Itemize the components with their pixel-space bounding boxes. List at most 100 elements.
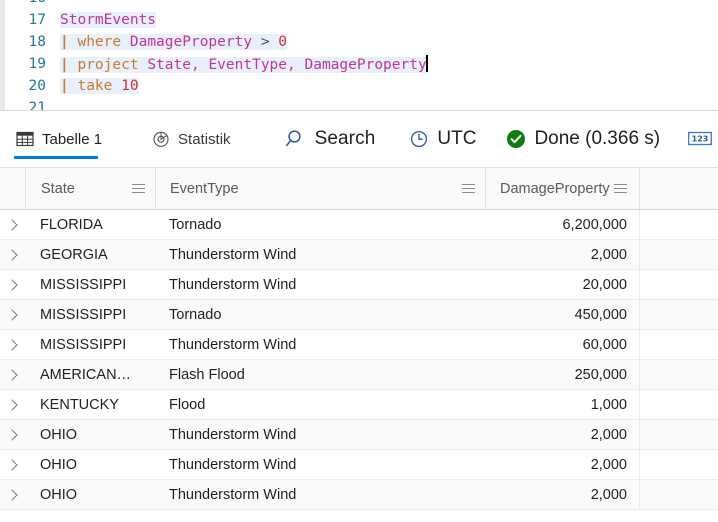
cell-eventtype[interactable]: Tornado bbox=[155, 210, 485, 239]
code-token: where bbox=[77, 34, 130, 50]
cell-damageproperty[interactable]: 450,000 bbox=[485, 300, 640, 329]
cell-eventtype[interactable]: Thunderstorm Wind bbox=[155, 330, 485, 359]
cell-state[interactable]: MISSISSIPPI bbox=[25, 330, 155, 359]
cell-damageproperty[interactable]: 2,000 bbox=[485, 420, 640, 449]
code-line[interactable]: 19 | project State, EventType, DamageProp… bbox=[0, 53, 718, 75]
cell-state[interactable]: OHIO bbox=[25, 420, 155, 449]
cell-state[interactable]: FLORIDA bbox=[25, 210, 155, 239]
code-token: State bbox=[147, 57, 191, 73]
column-header-state[interactable]: State bbox=[25, 168, 155, 209]
row-expander-button[interactable] bbox=[0, 420, 25, 449]
chevron-right-icon bbox=[5, 488, 18, 501]
cell-state[interactable]: OHIO bbox=[25, 480, 155, 509]
row-expander-button[interactable] bbox=[0, 390, 25, 419]
svg-text:123: 123 bbox=[692, 135, 709, 144]
code-selection: | where DamageProperty > 0 bbox=[60, 34, 288, 50]
cell-damageproperty[interactable]: 6,200,000 bbox=[485, 210, 640, 239]
code-line[interactable]: 17 StormEvents bbox=[0, 9, 718, 31]
table-row[interactable]: FLORIDA Tornado 6,200,000 bbox=[0, 210, 718, 240]
code-line-text[interactable]: | project State, EventType, DamageProper… bbox=[56, 55, 428, 73]
cell-damageproperty[interactable]: 2,000 bbox=[485, 450, 640, 479]
row-expander-button[interactable] bbox=[0, 240, 25, 269]
code-line[interactable]: 18 | where DamageProperty > 0 bbox=[0, 31, 718, 53]
row-expander-button[interactable] bbox=[0, 270, 25, 299]
query-editor[interactable]: 16 17 StormEvents 18 | where DamageProperty … bbox=[0, 0, 718, 111]
code-line[interactable]: 20 | take 10 bbox=[0, 75, 718, 97]
column-header-state-label: State bbox=[41, 180, 75, 197]
numbers-123-icon: 123 bbox=[688, 131, 713, 147]
cell-damageproperty[interactable]: 20,000 bbox=[485, 270, 640, 299]
tab-statistics[interactable]: Statistik bbox=[148, 111, 247, 167]
cell-damageproperty[interactable]: 60,000 bbox=[485, 330, 640, 359]
row-expander-button[interactable] bbox=[0, 210, 25, 239]
query-status: Done (0.366 s) bbox=[502, 111, 664, 167]
row-expander-button[interactable] bbox=[0, 480, 25, 509]
chevron-right-icon bbox=[5, 398, 18, 411]
code-line[interactable]: 16 bbox=[0, 0, 718, 9]
code-lines[interactable]: 16 17 StormEvents 18 | where DamageProperty … bbox=[0, 0, 718, 111]
row-expander-button[interactable] bbox=[0, 300, 25, 329]
row-expander-button[interactable] bbox=[0, 330, 25, 359]
chevron-right-icon bbox=[5, 338, 18, 351]
table-row[interactable]: OHIO Thunderstorm Wind 2,000 bbox=[0, 450, 718, 480]
table-row[interactable]: AMERICAN… Flash Flood 250,000 bbox=[0, 360, 718, 390]
cell-eventtype[interactable]: Thunderstorm Wind bbox=[155, 420, 485, 449]
cell-state[interactable]: AMERICAN… bbox=[25, 360, 155, 389]
cell-eventtype[interactable]: Thunderstorm Wind bbox=[155, 270, 485, 299]
code-line-text[interactable]: | where DamageProperty > 0 bbox=[56, 34, 288, 50]
cell-eventtype[interactable]: Tornado bbox=[155, 300, 485, 329]
code-line-text[interactable]: | take 10 bbox=[56, 78, 139, 94]
cell-damageproperty[interactable]: 2,000 bbox=[485, 240, 640, 269]
line-number: 21 bbox=[28, 100, 46, 111]
results-grid[interactable]: State EventType DamageProperty FLORIDA To… bbox=[0, 168, 718, 520]
code-token: 10 bbox=[121, 78, 139, 94]
cell-state[interactable]: OHIO bbox=[25, 450, 155, 479]
table-row[interactable]: MISSISSIPPI Tornado 450,000 bbox=[0, 300, 718, 330]
table-row[interactable]: OHIO Thunderstorm Wind 2,000 bbox=[0, 480, 718, 510]
table-row[interactable]: GEORGIA Thunderstorm Wind 2,000 bbox=[0, 240, 718, 270]
row-expander-button[interactable] bbox=[0, 450, 25, 479]
cell-eventtype[interactable]: Flood bbox=[155, 390, 485, 419]
table-row[interactable]: MISSISSIPPI Thunderstorm Wind 60,000 bbox=[0, 330, 718, 360]
code-line[interactable]: 21 bbox=[0, 97, 718, 111]
code-token: take bbox=[77, 78, 122, 94]
code-selection: | take 10 bbox=[60, 78, 139, 94]
grid-header-row: State EventType DamageProperty bbox=[0, 168, 718, 210]
cell-state[interactable]: MISSISSIPPI bbox=[25, 270, 155, 299]
tab-table-1[interactable]: Tabelle 1 bbox=[12, 111, 118, 167]
column-header-damageproperty[interactable]: DamageProperty bbox=[485, 168, 640, 209]
cell-eventtype[interactable]: Thunderstorm Wind bbox=[155, 480, 485, 509]
cell-damageproperty[interactable]: 250,000 bbox=[485, 360, 640, 389]
search-label: Search bbox=[314, 128, 376, 149]
cell-state[interactable]: KENTUCKY bbox=[25, 390, 155, 419]
table-row[interactable]: OHIO Thunderstorm Wind 2,000 bbox=[0, 420, 718, 450]
chevron-right-icon bbox=[5, 428, 18, 441]
column-header-eventtype[interactable]: EventType bbox=[155, 168, 485, 209]
cell-eventtype[interactable]: Thunderstorm Wind bbox=[155, 450, 485, 479]
table-icon bbox=[16, 130, 34, 148]
cell-state[interactable]: MISSISSIPPI bbox=[25, 300, 155, 329]
column-menu-icon[interactable] bbox=[132, 183, 145, 194]
column-menu-icon[interactable] bbox=[462, 183, 475, 194]
search-button[interactable]: Search bbox=[281, 111, 380, 167]
timezone-button[interactable]: UTC bbox=[405, 111, 480, 167]
code-line-text[interactable]: StormEvents bbox=[56, 12, 157, 28]
code-token: > bbox=[260, 34, 279, 50]
check-circle-icon bbox=[506, 129, 526, 149]
cell-damageproperty[interactable]: 1,000 bbox=[485, 390, 640, 419]
column-header-eventtype-label: EventType bbox=[170, 180, 239, 197]
cell-state[interactable]: GEORGIA bbox=[25, 240, 155, 269]
cell-damageproperty[interactable]: 2,000 bbox=[485, 480, 640, 509]
chevron-right-icon bbox=[5, 278, 18, 291]
cell-eventtype[interactable]: Thunderstorm Wind bbox=[155, 240, 485, 269]
code-selection: StormEvents bbox=[60, 12, 157, 28]
code-token: DamageProperty bbox=[304, 57, 427, 73]
grid-body[interactable]: FLORIDA Tornado 6,200,000 GEORGIA Thundersto… bbox=[0, 210, 718, 510]
line-number: 16 bbox=[0, 0, 56, 6]
table-row[interactable]: MISSISSIPPI Thunderstorm Wind 20,000 bbox=[0, 270, 718, 300]
column-menu-icon[interactable] bbox=[613, 183, 627, 194]
row-expander-button[interactable] bbox=[0, 360, 25, 389]
cell-eventtype[interactable]: Flash Flood bbox=[155, 360, 485, 389]
text-cursor bbox=[425, 55, 428, 72]
table-row[interactable]: KENTUCKY Flood 1,000 bbox=[0, 390, 718, 420]
